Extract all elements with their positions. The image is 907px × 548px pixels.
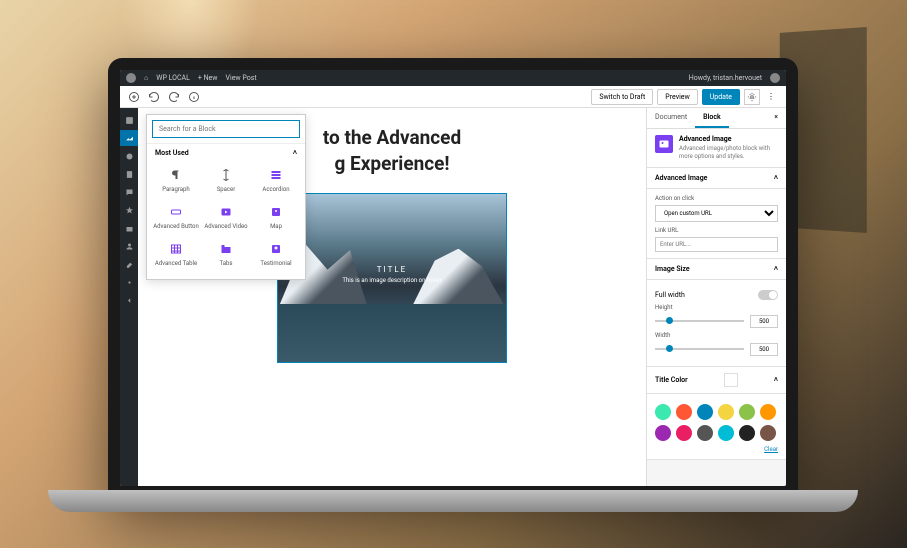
rail-tools[interactable]	[120, 256, 138, 272]
info-icon[interactable]	[188, 91, 200, 103]
editor-toolbar: Switch to Draft Preview Update ⋮	[120, 86, 786, 108]
color-swatch[interactable]	[697, 425, 713, 441]
close-sidebar-icon[interactable]: ×	[766, 108, 786, 128]
rail-posts[interactable]	[120, 130, 138, 146]
image-overlay-desc: This is an image description on hover	[278, 277, 506, 284]
color-swatch[interactable]	[718, 425, 734, 441]
rail-pages[interactable]	[120, 166, 138, 182]
color-swatch[interactable]	[676, 404, 692, 420]
height-label: Height	[655, 304, 778, 311]
clear-color-link[interactable]: Clear	[764, 446, 778, 453]
color-swatch[interactable]	[760, 425, 776, 441]
full-width-toggle[interactable]	[758, 290, 778, 300]
block-name: Advanced Image	[679, 135, 778, 143]
section-image-size[interactable]: Image Size˄	[647, 259, 786, 280]
redo-icon[interactable]	[168, 91, 180, 103]
new-link[interactable]: + New	[198, 74, 218, 82]
view-post-link[interactable]: View Post	[226, 74, 257, 82]
switch-draft-button[interactable]: Switch to Draft	[591, 89, 653, 105]
add-block-icon[interactable]	[128, 91, 140, 103]
rail-media[interactable]	[120, 148, 138, 164]
rail-users[interactable]	[120, 238, 138, 254]
block-paragraph[interactable]: Paragraph	[151, 162, 201, 199]
avatar[interactable]	[770, 73, 780, 83]
more-menu-icon[interactable]: ⋮	[764, 90, 778, 104]
block-advanced-button[interactable]: Advanced Button	[151, 199, 201, 236]
rail-dashboard[interactable]	[120, 112, 138, 128]
chevron-up-icon: ˄	[774, 265, 778, 273]
image-block-icon	[655, 135, 673, 153]
block-accordion[interactable]: Accordion	[251, 162, 301, 199]
link-url-input[interactable]	[655, 237, 778, 252]
advanced-image-block[interactable]: TITLE This is an image description on ho…	[277, 193, 507, 363]
tab-document[interactable]: Document	[647, 108, 695, 128]
chevron-up-icon: ˄	[774, 174, 778, 182]
section-advanced-image[interactable]: Advanced Image˄	[647, 168, 786, 189]
settings-gear-icon[interactable]	[744, 89, 760, 105]
height-slider[interactable]	[655, 320, 744, 322]
color-swatch[interactable]	[760, 404, 776, 420]
block-testimonial[interactable]: Testimonial	[251, 236, 301, 273]
block-inserter-panel: Most Used ˄ Paragraph Spacer Accordion A…	[146, 114, 306, 280]
chevron-up-icon: ˄	[774, 376, 778, 384]
admin-sidebar	[120, 108, 138, 486]
home-icon[interactable]: ⌂	[144, 74, 148, 82]
block-description: Advanced image/photo block with more opt…	[679, 145, 778, 161]
width-slider[interactable]	[655, 348, 744, 350]
block-search-input[interactable]	[152, 120, 300, 138]
color-swatch[interactable]	[739, 404, 755, 420]
block-spacer[interactable]: Spacer	[201, 162, 251, 199]
update-button[interactable]: Update	[702, 89, 740, 105]
color-swatch[interactable]	[655, 404, 671, 420]
rail-plugins[interactable]	[120, 220, 138, 236]
link-url-label: Link URL	[655, 227, 778, 234]
color-swatch[interactable]	[718, 404, 734, 420]
wp-admin-bar: ⌂ WP LOCAL + New View Post Howdy, trista…	[120, 70, 786, 86]
chevron-up-icon: ˄	[293, 149, 297, 157]
action-on-click-select[interactable]: Open custom URL	[655, 205, 778, 222]
color-palette	[655, 400, 778, 445]
block-advanced-table[interactable]: Advanced Table	[151, 236, 201, 273]
height-input[interactable]	[750, 315, 778, 328]
width-input[interactable]	[750, 343, 778, 356]
color-swatch[interactable]	[739, 425, 755, 441]
tab-block[interactable]: Block	[695, 108, 729, 128]
section-title-color[interactable]: Title Color ˄	[647, 367, 786, 394]
most-used-section[interactable]: Most Used ˄	[147, 143, 305, 162]
site-name[interactable]: WP LOCAL	[156, 74, 190, 82]
color-swatch[interactable]	[655, 425, 671, 441]
rail-appearance[interactable]	[120, 202, 138, 218]
image-overlay-title: TITLE	[278, 265, 506, 274]
block-tabs[interactable]: Tabs	[201, 236, 251, 273]
wordpress-icon[interactable]	[126, 73, 136, 83]
color-swatch[interactable]	[676, 425, 692, 441]
rail-collapse[interactable]	[120, 292, 138, 308]
rail-comments[interactable]	[120, 184, 138, 200]
greeting[interactable]: Howdy, tristan.hervouet	[689, 74, 762, 82]
settings-sidebar: Document Block × Advanced Image Advanced…	[646, 108, 786, 486]
action-on-click-label: Action on click	[655, 195, 778, 202]
color-swatch[interactable]	[697, 404, 713, 420]
editor-canvas[interactable]: Most Used ˄ Paragraph Spacer Accordion A…	[138, 108, 646, 486]
rail-settings[interactable]	[120, 274, 138, 290]
preview-button[interactable]: Preview	[657, 89, 697, 105]
current-color-swatch	[724, 373, 738, 387]
width-label: Width	[655, 332, 778, 339]
full-width-label: Full width	[655, 291, 685, 299]
block-map[interactable]: Map	[251, 199, 301, 236]
undo-icon[interactable]	[148, 91, 160, 103]
block-advanced-video[interactable]: Advanced Video	[201, 199, 251, 236]
